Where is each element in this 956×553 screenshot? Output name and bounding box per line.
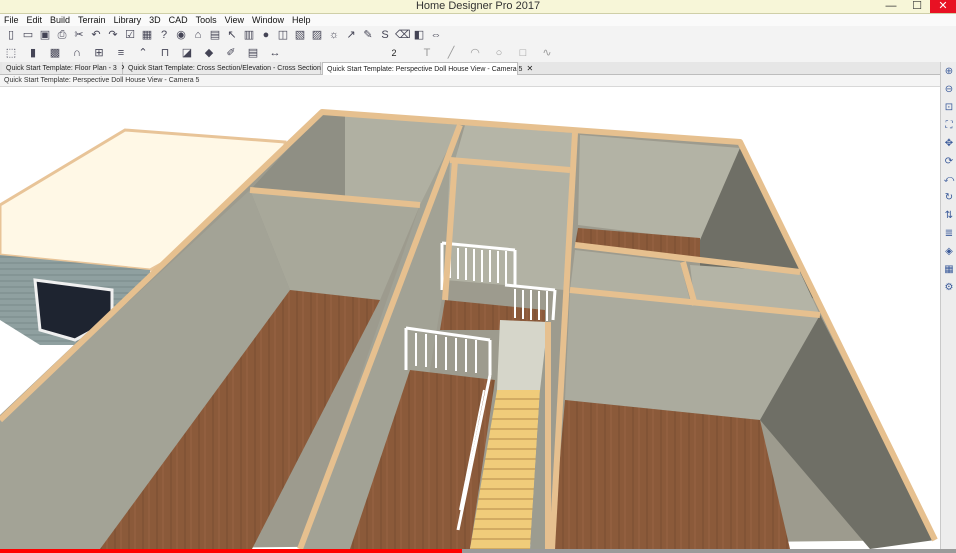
view-tabs: Quick Start Template: Floor Plan - 3✕ Qu… [0, 62, 940, 75]
circle-icon[interactable]: ○ [492, 46, 506, 60]
light-icon[interactable]: ☼ [327, 28, 341, 42]
menu-edit[interactable]: Edit [23, 14, 47, 26]
render-icon[interactable]: ◈ [943, 246, 955, 258]
close-button[interactable]: ✕ [930, 0, 956, 13]
arc-icon[interactable]: ◠ [468, 46, 482, 60]
eraser-icon[interactable]: ⌫ [395, 28, 411, 42]
video-progress-bar[interactable] [0, 549, 462, 553]
material-icon[interactable]: ◆ [202, 46, 216, 60]
minimize-button[interactable]: — [878, 0, 904, 13]
view-tools-sidebar: ⊕ ⊖ ⊡ ⛶ ✥ ⟳ ⤺ ↻ ⇅ ≣ ◈ ▦ ⚙ [940, 62, 956, 553]
menu-view[interactable]: View [221, 14, 248, 26]
title-bar: Home Designer Pro 2017 — ☐ ✕ [0, 0, 956, 14]
view-icon[interactable]: ◫ [276, 28, 290, 42]
wall-tool-icon[interactable]: ▮ [26, 46, 40, 60]
menu-help[interactable]: Help [288, 14, 315, 26]
build-toolbar: 2 ⬚ ▮ ▩ ∩ ⊞ ≡ ⌃ ⊓ ◪ ◆ ✐ ▤ ↔ T ╱ ◠ ○ □ ∿ [0, 44, 956, 63]
redo-icon[interactable]: ↷ [106, 28, 120, 42]
undo-zoom-icon[interactable]: ⤺ [943, 174, 955, 186]
menu-build[interactable]: Build [46, 14, 74, 26]
stairs-icon[interactable]: ≡ [114, 46, 128, 60]
menu-file[interactable]: File [0, 14, 23, 26]
walls-icon[interactable]: ▤ [208, 28, 222, 42]
text-icon[interactable]: T [420, 46, 434, 60]
toolbar-number[interactable]: 2 [387, 46, 401, 60]
spline-icon[interactable]: ∿ [540, 46, 554, 60]
paint-icon[interactable]: ✐ [224, 46, 238, 60]
fill-style-icon[interactable]: ◪ [180, 46, 194, 60]
tab-doll-house-view[interactable]: Quick Start Template: Perspective Doll H… [322, 62, 533, 75]
select-objects-icon[interactable]: ⬚ [4, 46, 18, 60]
layer-icon[interactable]: ≣ [943, 228, 955, 240]
box-icon[interactable]: □ [516, 46, 530, 60]
view-caption: Quick Start Template: Perspective Doll H… [0, 75, 944, 87]
open-icon[interactable]: ▭ [21, 28, 35, 42]
tab-label: Quick Start Template: Perspective Doll H… [327, 66, 523, 73]
doll-house-render [0, 109, 938, 549]
orbit-icon[interactable]: ⟳ [943, 156, 955, 168]
line-icon[interactable]: ╱ [444, 46, 458, 60]
3d-viewport[interactable] [0, 87, 940, 549]
menu-library[interactable]: Library [110, 14, 146, 26]
full-camera-icon[interactable]: ▧ [293, 28, 307, 42]
select-icon[interactable]: ☑ [123, 28, 137, 42]
floor-lower-right [552, 400, 790, 549]
door-icon[interactable]: ∩ [70, 46, 84, 60]
cursor-icon[interactable]: ↖ [225, 28, 239, 42]
measure-icon[interactable]: ⇔ [429, 28, 443, 42]
camera-icon[interactable]: ◉ [174, 28, 188, 42]
cabinet-icon[interactable]: ▩ [48, 46, 62, 60]
zoom-out-icon[interactable]: ⊖ [943, 84, 955, 96]
pan-icon[interactable]: ✥ [943, 138, 955, 150]
tab-floor-plan[interactable]: Quick Start Template: Floor Plan - 3✕ [2, 62, 127, 74]
floor-icon[interactable]: ▥ [242, 28, 256, 42]
settings-icon[interactable]: ⚙ [943, 282, 955, 294]
save-icon[interactable]: ▣ [38, 28, 52, 42]
fill-icon[interactable]: ◧ [412, 28, 426, 42]
tab-label: Quick Start Template: Cross Section/Elev… [128, 65, 327, 72]
tab-label: Quick Start Template: Floor Plan - 3 [6, 65, 117, 72]
undo-icon[interactable]: ↶ [89, 28, 103, 42]
dimension-icon[interactable]: ↔ [268, 46, 282, 60]
main-toolbar: ▯ ▭ ▣ ⎙ ✂ ↶ ↷ ☑ ▦? ◉ ⌂ ▤ ↖ ▥ ● ◫ ▧ ▨ ☼ ↗ ✎ S ⌫ ◧ ⇔ [0, 26, 956, 45]
menu-window[interactable]: Window [248, 14, 288, 26]
maximize-button[interactable]: ☐ [904, 0, 930, 13]
menu-cad[interactable]: CAD [165, 14, 192, 26]
library-icon[interactable]: ▤ [246, 46, 260, 60]
tab-close-icon[interactable]: ✕ [526, 64, 533, 73]
window-title: Home Designer Pro 2017 [415, 0, 541, 12]
display-icon[interactable]: ▨ [310, 28, 324, 42]
grid-icon[interactable]: ▦ [943, 264, 955, 276]
menu-3d[interactable]: 3D [145, 14, 165, 26]
print-icon[interactable]: ⎙ [55, 28, 69, 42]
record-icon[interactable]: ● [259, 28, 273, 42]
menu-bar: File Edit Build Terrain Library 3D CAD Tools Vie… [0, 14, 956, 26]
window-icon[interactable]: ⊞ [92, 46, 106, 60]
video-progress-remaining[interactable] [462, 549, 956, 553]
furniture-icon[interactable]: ⊓ [158, 46, 172, 60]
menu-terrain[interactable]: Terrain [74, 14, 110, 26]
cut-icon[interactable]: ✂ [72, 28, 86, 42]
doll-house-icon[interactable]: ⌂ [191, 28, 205, 42]
refresh-icon[interactable]: ↻ [943, 192, 955, 204]
tab-cross-section[interactable]: Quick Start Template: Cross Section/Elev… [124, 62, 337, 74]
fill-window-icon[interactable]: ⛶ [943, 120, 955, 132]
grid-icon[interactable]: ▦ [140, 28, 154, 42]
zoom-in-icon[interactable]: ⊕ [943, 66, 955, 78]
edit-icon[interactable]: ✎ [361, 28, 375, 42]
camera-walk-icon[interactable]: ⇅ [943, 210, 955, 222]
zoom-box-icon[interactable]: ⊡ [943, 102, 955, 114]
spell-icon[interactable]: S [378, 28, 392, 42]
menu-tools[interactable]: Tools [192, 14, 221, 26]
roof-icon[interactable]: ⌃ [136, 46, 150, 60]
help-icon[interactable]: ? [157, 28, 171, 42]
arrow-icon[interactable]: ↗ [344, 28, 358, 42]
new-icon[interactable]: ▯ [4, 28, 18, 42]
